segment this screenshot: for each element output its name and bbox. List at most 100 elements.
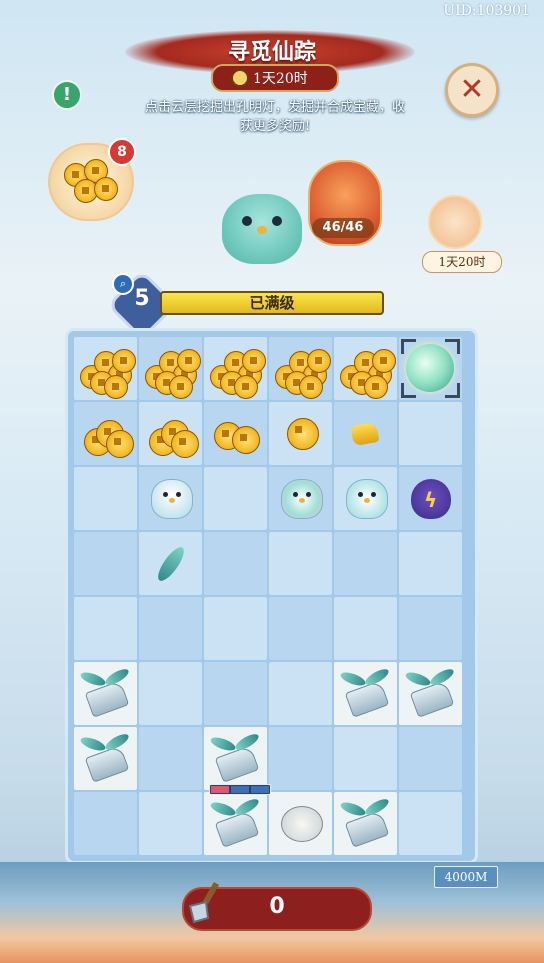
coin-icon (364, 375, 388, 399)
leaf-icon (79, 734, 107, 754)
board-cell-empty[interactable] (399, 532, 462, 595)
board-cell-cloud-hoe[interactable] (74, 727, 137, 790)
board-cell-empty[interactable] (139, 727, 202, 790)
board-cell-empty[interactable] (74, 467, 137, 530)
board-cell-cloud-hoe[interactable] (204, 792, 267, 855)
leaf-icon (404, 669, 432, 689)
board-cell-empty[interactable] (269, 532, 332, 595)
coin-icon (171, 430, 199, 458)
progress-segment (251, 786, 269, 793)
board-cell-coin-single[interactable] (269, 402, 332, 465)
board-cell-coin-pile[interactable] (334, 337, 397, 400)
board-cell-empty[interactable] (399, 727, 462, 790)
board-cell-empty[interactable] (334, 727, 397, 790)
coin-icon (106, 430, 134, 458)
dig-progress (209, 784, 271, 795)
coin-icon (372, 349, 396, 373)
board-cell-cloud-hoe[interactable] (74, 662, 137, 725)
board-cell-coin-pile[interactable] (74, 337, 137, 400)
board-cell-empty[interactable] (74, 532, 137, 595)
leaf-icon (209, 734, 237, 754)
coin-icon (177, 349, 201, 373)
clock-icon (231, 69, 249, 87)
leaf-icon (339, 799, 367, 819)
magnifier-icon[interactable]: ⌕ (112, 273, 134, 295)
coin-icon (234, 375, 258, 399)
lightning-pouch-icon: ϟ (411, 479, 451, 519)
board-cell-empty[interactable] (139, 662, 202, 725)
cat-event-icon[interactable] (428, 195, 482, 249)
board-cell-empty[interactable] (74, 792, 137, 855)
board-cell-cloud-cat[interactable] (269, 792, 332, 855)
board-cell-jade-orb[interactable] (399, 337, 462, 400)
white-bird-icon (151, 479, 193, 519)
event-description: 点击云层挖掘出孔明灯，发掘并合成宝藏，收获更多奖励! (144, 100, 405, 134)
coin-icon (307, 349, 331, 373)
selection-corner (401, 339, 416, 354)
coin-icon (299, 375, 323, 399)
close-button[interactable]: ✕ (445, 63, 499, 117)
board-cell-coin-pile[interactable] (139, 337, 202, 400)
uid-label: UID:103901 (443, 3, 530, 19)
mascot-bird (222, 194, 302, 264)
progress-segment (231, 786, 249, 793)
board-cell-coin-stack[interactable] (74, 402, 137, 465)
progress-segment (211, 786, 229, 793)
board-cell-empty[interactable] (204, 532, 267, 595)
board-cell-lightning-pouch[interactable]: ϟ (399, 467, 462, 530)
board-cell-empty[interactable] (399, 402, 462, 465)
board-cell-gold-nugget[interactable] (334, 402, 397, 465)
board-cell-cloud-hoe[interactable] (334, 792, 397, 855)
board-cell-empty[interactable] (269, 597, 332, 660)
board-cell-coin-pile[interactable] (269, 337, 332, 400)
board-cell-empty[interactable] (139, 792, 202, 855)
feather-icon (153, 543, 189, 585)
board-cell-empty[interactable] (269, 662, 332, 725)
coin-badge: 8 (108, 138, 136, 166)
lantern-count: 46/46 (312, 218, 374, 238)
board-cell-empty[interactable] (269, 727, 332, 790)
selection-corner (445, 339, 460, 354)
winged-spirit-icon (281, 479, 323, 519)
board-cell-coin-pile[interactable] (204, 337, 267, 400)
event-timer-text: 1天20时 (253, 71, 308, 87)
board-cell-white-bird[interactable] (139, 467, 202, 530)
board-cell-empty[interactable] (399, 597, 462, 660)
hoe-icon (344, 810, 390, 848)
cat-event-timer: 1天20时 (422, 251, 502, 273)
hoe-icon (409, 680, 455, 718)
hoe-icon (344, 680, 390, 718)
event-timer: 1天20时 (211, 64, 339, 92)
board-cell-empty[interactable] (204, 597, 267, 660)
board-cell-coin-stack[interactable] (139, 402, 202, 465)
board-cell-empty[interactable] (204, 662, 267, 725)
board-cell-empty[interactable] (399, 792, 462, 855)
coin-icon (242, 349, 266, 373)
cloud-cat-icon (281, 806, 323, 842)
page-title: 寻觅仙踪 (227, 39, 316, 65)
close-icon: ✕ (459, 72, 485, 107)
gold-nugget-icon (350, 421, 380, 447)
exclamation-icon[interactable]: ! (52, 80, 82, 110)
coin-icon (287, 418, 319, 450)
board-cell-coin-pair[interactable] (204, 402, 267, 465)
board-cell-empty[interactable] (204, 467, 267, 530)
coin-icon (104, 375, 128, 399)
board-cell-empty[interactable] (139, 597, 202, 660)
board-cell-cloud-hoe[interactable] (204, 727, 267, 790)
coin-icon (112, 349, 136, 373)
coin-icon (169, 375, 193, 399)
coin-icon (232, 426, 260, 454)
board-cell-cloud-hoe[interactable] (399, 662, 462, 725)
selection-corner (445, 383, 460, 398)
board-cell-cloud-hoe[interactable] (334, 662, 397, 725)
board-cell-feather[interactable] (139, 532, 202, 595)
board-cell-teal-bird[interactable] (334, 467, 397, 530)
board-cell-empty[interactable] (74, 597, 137, 660)
board-cell-empty[interactable] (334, 532, 397, 595)
shovel-count: 0 (269, 894, 285, 919)
teal-bird-icon (346, 479, 388, 519)
board-cell-winged-spirit[interactable] (269, 467, 332, 530)
board-cell-empty[interactable] (334, 597, 397, 660)
level-status: 已满级 (249, 294, 295, 312)
